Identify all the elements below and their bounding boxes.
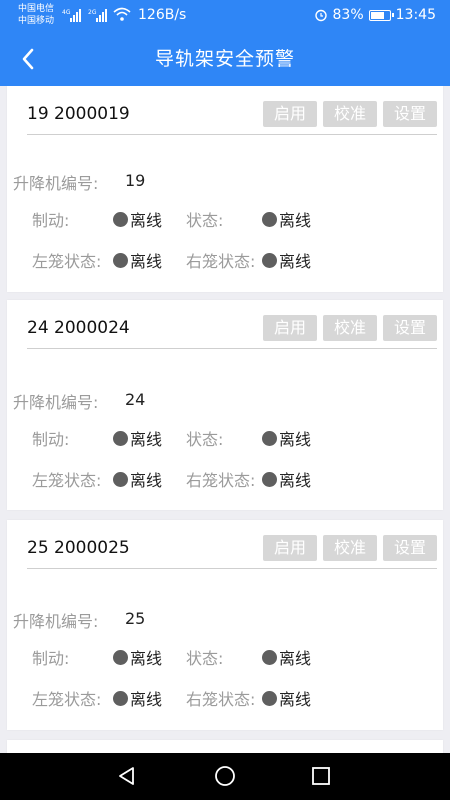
device-list: 19 2000019 启用 校准 设置 升降机编号: 19 制动: 离线 状态:…: [0, 86, 450, 753]
state-status: 离线: [262, 207, 311, 231]
right-cage-value: 离线: [279, 690, 312, 709]
right-cage-label: 右笼状态:: [186, 690, 256, 709]
left-cage-label: 左笼状态:: [32, 471, 102, 490]
alarm-icon: [314, 9, 327, 22]
settings-button[interactable]: 设置: [383, 101, 437, 127]
status-right: 83% 13:45: [314, 7, 436, 23]
status-dot-icon: [262, 430, 277, 446]
card-actions: 启用 校准 设置: [263, 535, 437, 561]
brake-label: 制动:: [32, 211, 70, 230]
status-dot-icon: [113, 211, 128, 227]
card-header: 19 2000019 启用 校准 设置: [27, 94, 437, 135]
status-dot-icon: [262, 252, 277, 268]
left-cage-status: 离线: [113, 248, 162, 272]
brake-status: 离线: [113, 207, 162, 231]
net-type-1: 4G: [62, 9, 71, 16]
signal-icon-2: 2G: [88, 9, 107, 22]
nav-recents-icon[interactable]: [310, 765, 332, 787]
device-title: 25 2000025: [27, 538, 130, 558]
settings-button[interactable]: 设置: [383, 315, 437, 341]
device-title: 19 2000019: [27, 104, 130, 124]
battery-icon: [368, 9, 394, 21]
right-cage-status: 离线: [262, 467, 311, 491]
left-cage-status: 离线: [113, 467, 162, 491]
status-dot-icon: [113, 252, 128, 268]
card-actions: 启用 校准 设置: [263, 315, 437, 341]
status-dot-icon: [113, 649, 128, 665]
state-status: 离线: [262, 426, 311, 450]
card-header: 24 2000024 启用 校准 设置: [27, 308, 437, 349]
enable-button[interactable]: 启用: [263, 315, 317, 341]
card-header: 25 2000025 启用 校准 设置: [27, 528, 437, 569]
brake-value: 离线: [130, 649, 163, 668]
state-label: 状态:: [186, 649, 224, 668]
app-header: 中国电信 中国移动 4G 2G 126B/s 83% 13:45 导轨架安全预警: [0, 0, 450, 86]
brake-status: 离线: [113, 645, 162, 669]
status-dot-icon: [113, 430, 128, 446]
network-speed: 126B/s: [138, 7, 187, 23]
left-cage-status: 离线: [113, 686, 162, 710]
state-value: 离线: [279, 649, 312, 668]
nav-bar: 导轨架安全预警: [0, 32, 450, 86]
status-dot-icon: [113, 471, 128, 487]
right-cage-label: 右笼状态:: [186, 252, 256, 271]
status-dot-icon: [262, 649, 277, 665]
carrier-1: 中国电信: [18, 4, 55, 14]
status-dot-icon: [262, 471, 277, 487]
right-cage-status: 离线: [262, 248, 311, 272]
status-dot-icon: [113, 690, 128, 706]
right-cage-label: 右笼状态:: [186, 471, 256, 490]
device-card: 25 2000025 启用 校准 设置 升降机编号: 25 制动: 离线 状态:…: [7, 520, 443, 730]
calibrate-button[interactable]: 校准: [323, 315, 377, 341]
brake-label: 制动:: [32, 430, 70, 449]
brake-status: 离线: [113, 426, 162, 450]
enable-button[interactable]: 启用: [263, 535, 317, 561]
left-cage-label: 左笼状态:: [32, 252, 102, 271]
left-cage-value: 离线: [130, 690, 163, 709]
status-dot-icon: [262, 690, 277, 706]
system-navigation-bar: [0, 753, 450, 800]
status-dot-icon: [262, 211, 277, 227]
device-card-partial: [7, 740, 443, 753]
right-cage-status: 离线: [262, 686, 311, 710]
left-cage-value: 离线: [130, 252, 163, 271]
lift-number-value: 19: [125, 171, 146, 190]
nav-home-icon[interactable]: [214, 765, 236, 787]
lift-number-label: 升降机编号:: [13, 393, 99, 412]
lift-number-value: 25: [125, 609, 146, 628]
state-status: 离线: [262, 645, 311, 669]
lift-number-label: 升降机编号:: [13, 174, 99, 193]
device-title: 24 2000024: [27, 318, 130, 338]
page-title: 导轨架安全预警: [154, 48, 295, 70]
net-type-2: 2G: [88, 9, 97, 16]
settings-button[interactable]: 设置: [383, 535, 437, 561]
state-label: 状态:: [186, 211, 224, 230]
right-cage-value: 离线: [279, 252, 312, 271]
brake-label: 制动:: [32, 649, 70, 668]
battery-percent: 83%: [332, 7, 364, 23]
device-card: 24 2000024 启用 校准 设置 升降机编号: 24 制动: 离线 状态:…: [7, 300, 443, 510]
right-cage-value: 离线: [279, 471, 312, 490]
brake-value: 离线: [130, 430, 163, 449]
lift-number-label: 升降机编号:: [13, 612, 99, 631]
calibrate-button[interactable]: 校准: [323, 101, 377, 127]
calibrate-button[interactable]: 校准: [323, 535, 377, 561]
state-value: 离线: [279, 211, 312, 230]
status-bar: 中国电信 中国移动 4G 2G 126B/s 83% 13:45: [0, 0, 450, 32]
left-cage-value: 离线: [130, 471, 163, 490]
wifi-icon: [113, 7, 131, 21]
clock: 13:45: [395, 7, 436, 23]
enable-button[interactable]: 启用: [263, 101, 317, 127]
carrier-info: 中国电信 中国移动: [18, 3, 54, 27]
nav-back-icon[interactable]: [116, 765, 138, 787]
state-label: 状态:: [186, 430, 224, 449]
signal-icon: 4G: [62, 9, 81, 22]
card-actions: 启用 校准 设置: [263, 101, 437, 127]
left-cage-label: 左笼状态:: [32, 690, 102, 709]
state-value: 离线: [279, 430, 312, 449]
device-card: 19 2000019 启用 校准 设置 升降机编号: 19 制动: 离线 状态:…: [7, 86, 443, 292]
lift-number-value: 24: [125, 390, 146, 409]
carrier-2: 中国移动: [18, 16, 55, 26]
brake-value: 离线: [130, 211, 163, 230]
